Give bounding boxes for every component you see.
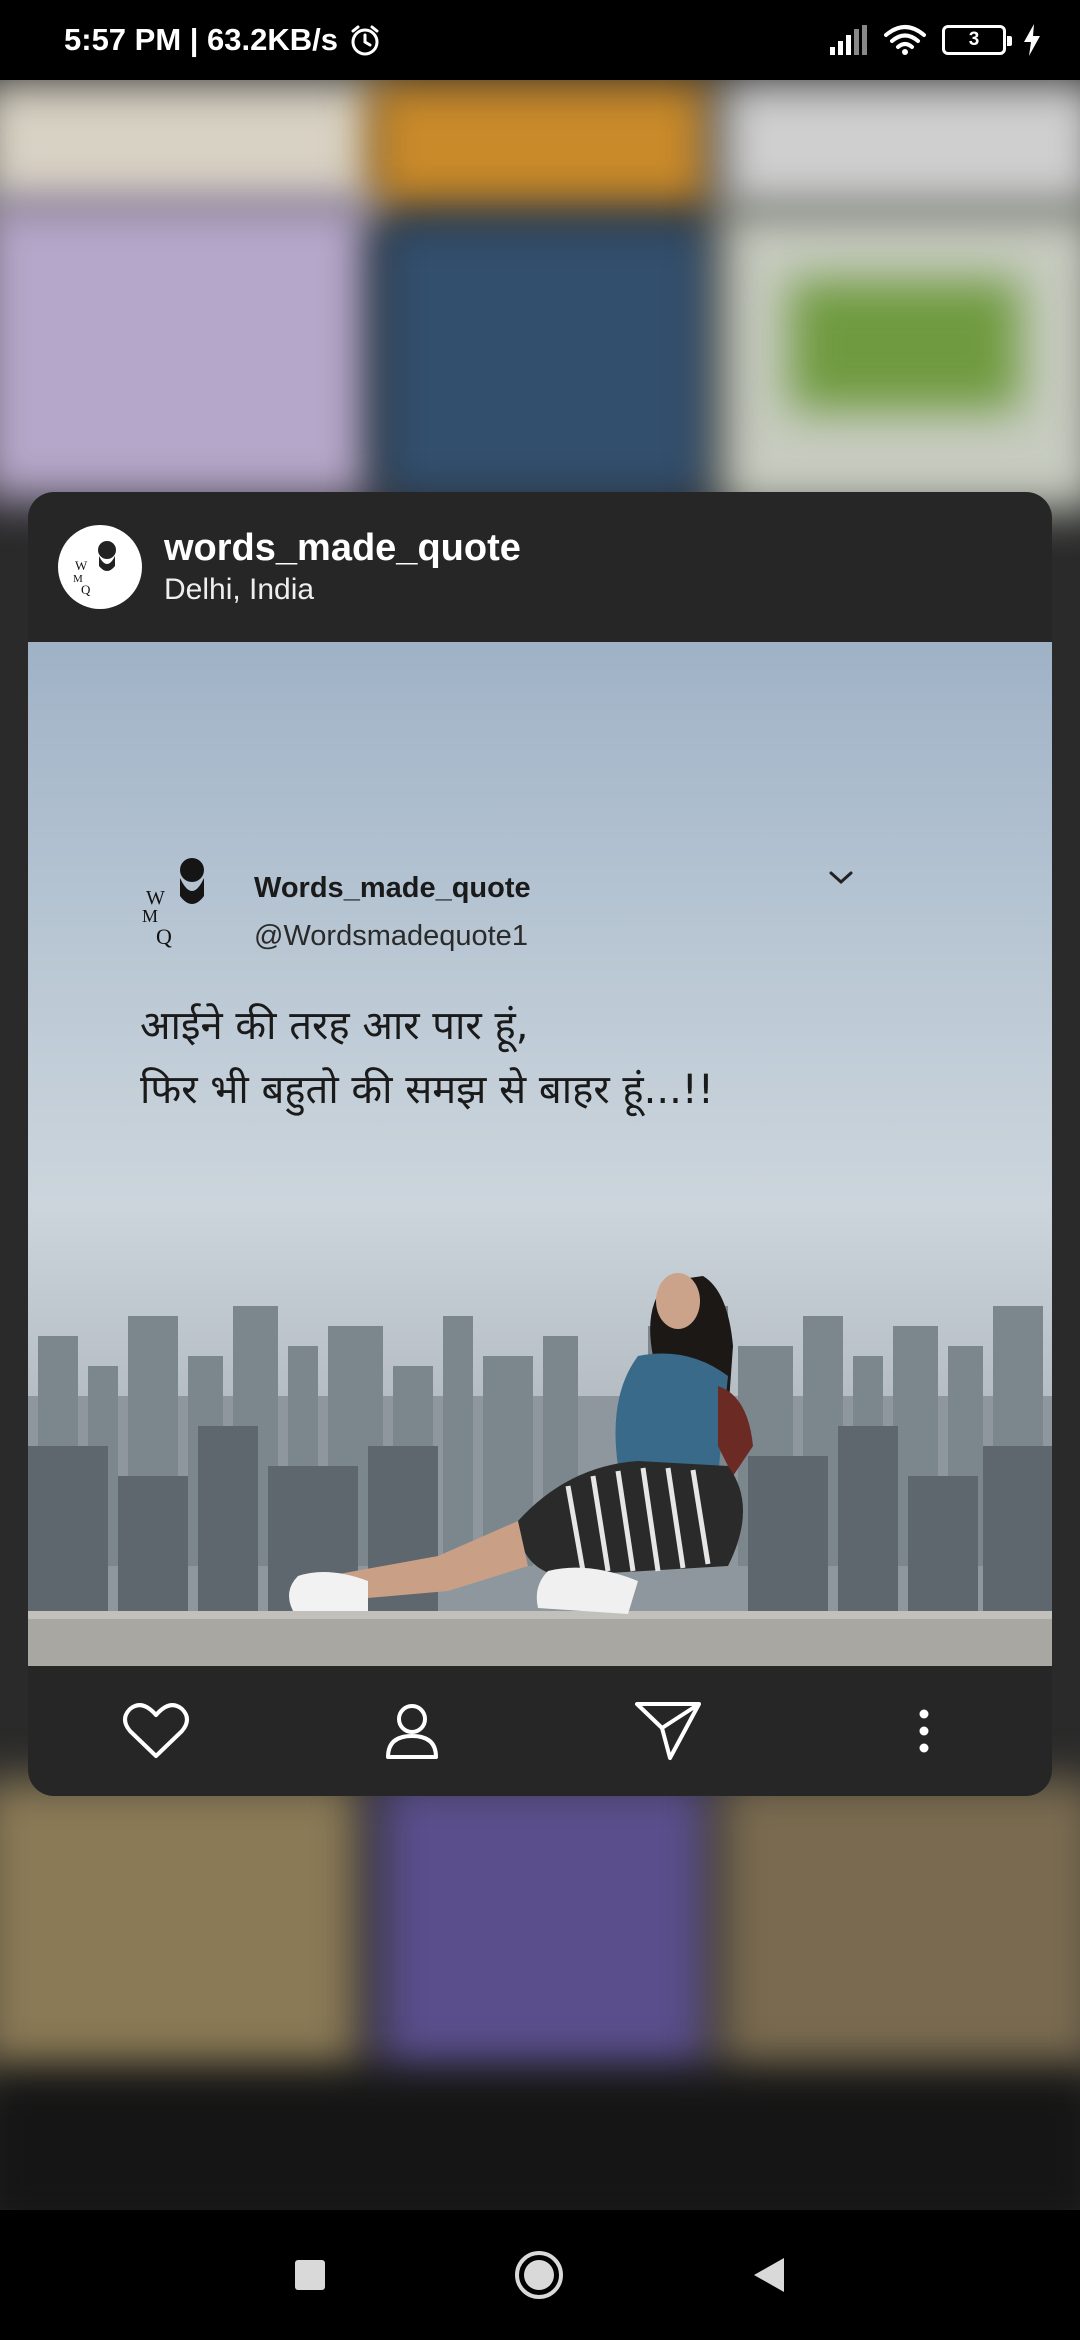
battery-indicator: 3: [942, 25, 1012, 55]
view-profile-button[interactable]: [284, 1666, 540, 1796]
tweet-handle: @Wordsmadequote1: [254, 920, 528, 952]
signal-icon: [830, 25, 867, 55]
more-options-button[interactable]: [796, 1666, 1052, 1796]
more-vertical-icon: [919, 1709, 929, 1753]
post-header: W M Q words_made_quote Delhi, India: [28, 492, 1052, 642]
like-button[interactable]: [28, 1666, 284, 1796]
wifi-icon: [884, 25, 926, 55]
status-bar: 5:57 PM | 63.2KB/s 3: [0, 0, 1080, 80]
heart-icon: [123, 1703, 189, 1758]
battery-level: 3: [968, 29, 980, 50]
post-location[interactable]: Delhi, India: [164, 571, 521, 609]
tweet-display-name: Words_made_quote: [254, 872, 531, 904]
triangle-back-icon[interactable]: [752, 2256, 786, 2294]
quote-line-1: आईने की तरह आर पार हूं,: [140, 1003, 529, 1049]
post-username[interactable]: words_made_quote: [164, 525, 521, 571]
svg-text:M: M: [142, 906, 158, 926]
share-button[interactable]: [540, 1666, 796, 1796]
send-icon: [635, 1702, 701, 1760]
status-time-speed: 5:57 PM | 63.2KB/s: [64, 22, 339, 57]
svg-text:Q: Q: [81, 582, 91, 597]
chevron-down-icon: [829, 871, 853, 885]
alarm-icon: [351, 25, 379, 56]
tweet-logo-icon: W M Q: [142, 858, 204, 949]
charging-bolt-icon: [1024, 24, 1040, 56]
svg-text:Q: Q: [156, 924, 172, 949]
avatar-logo-icon: W M Q: [73, 541, 116, 597]
quote-text: आईने की तरह आर पार हूं, फिर भी बहुतो की …: [140, 994, 920, 1122]
circle-icon[interactable]: [513, 2249, 565, 2301]
svg-text:W: W: [75, 558, 88, 573]
post-actions: [28, 1666, 1052, 1796]
city-skyline-photo: [28, 1273, 1052, 1666]
square-icon[interactable]: [294, 2259, 326, 2291]
post-preview-card[interactable]: W M Q words_made_quote Delhi, India W M …: [28, 492, 1052, 1796]
quote-line-2: फिर भी बहुतो की समझ से बाहर हूं...!!: [140, 1067, 714, 1113]
tweet-card: W M Q Words_made_quote @Wordsmadequote1 …: [140, 852, 920, 1122]
person-icon: [386, 1704, 438, 1759]
post-image[interactable]: W M Q Words_made_quote @Wordsmadequote1 …: [28, 642, 1052, 1666]
system-nav-bar: [0, 2210, 1080, 2340]
avatar[interactable]: W M Q: [58, 525, 142, 609]
